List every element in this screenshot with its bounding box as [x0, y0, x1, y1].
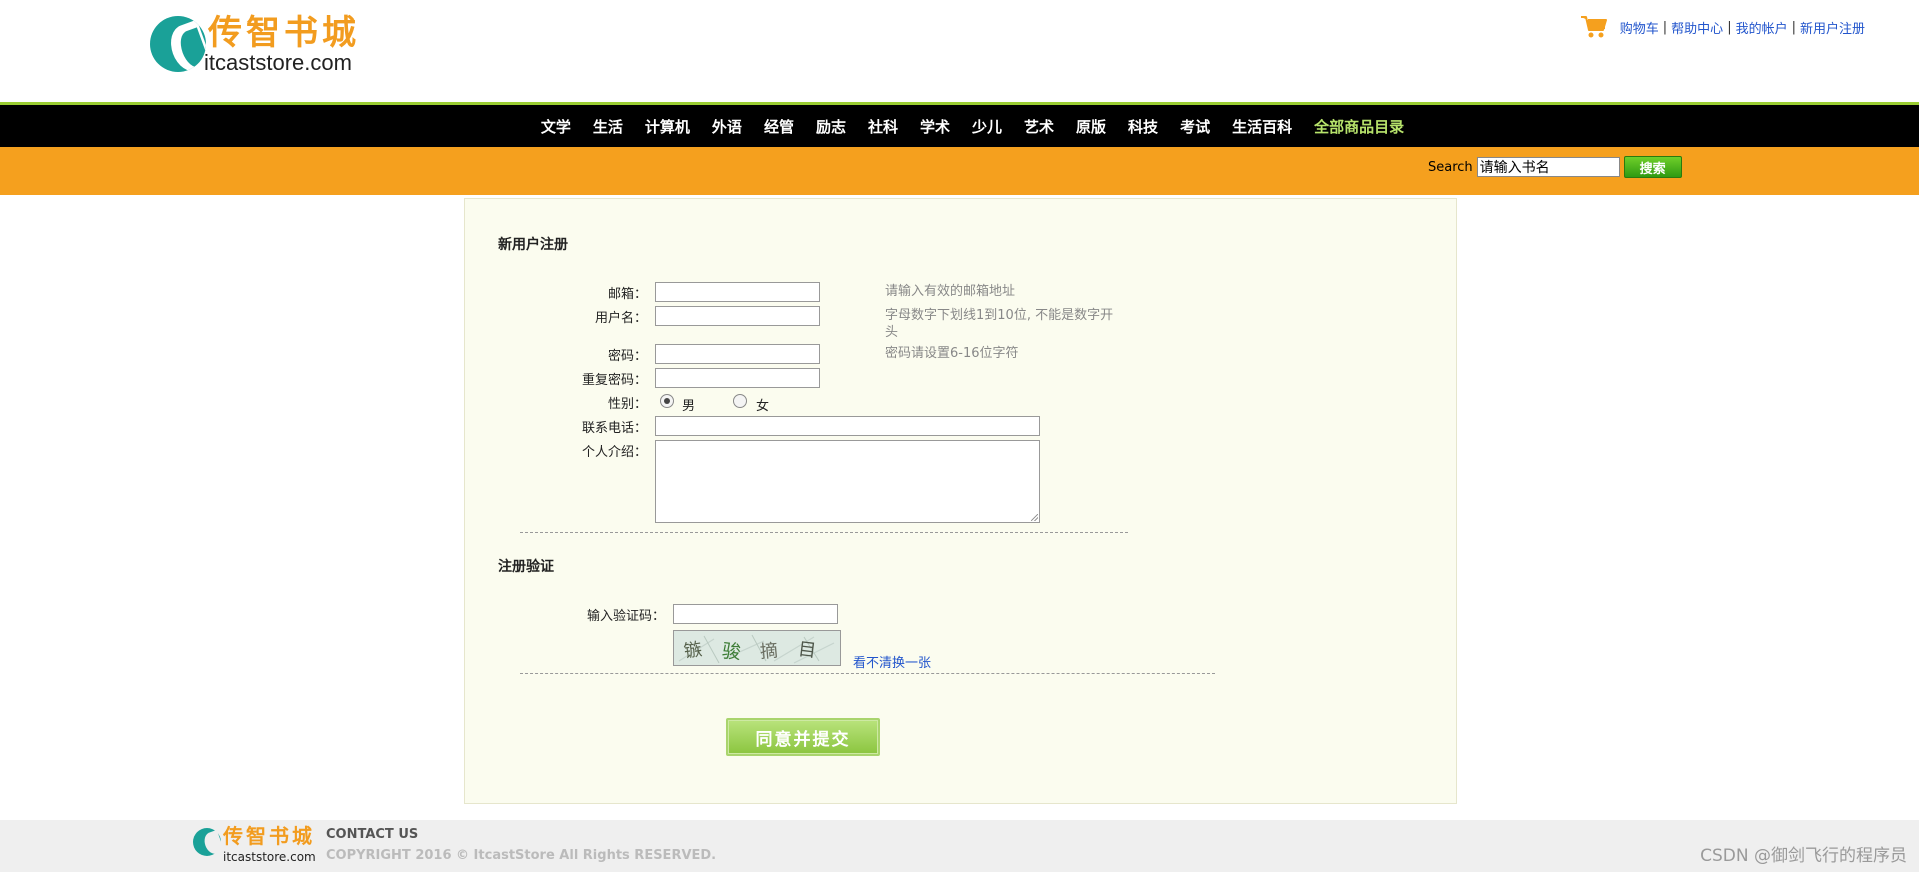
site-logo[interactable]: 传智书城 itcaststore.com [150, 14, 360, 74]
nav-item-computer[interactable]: 计算机 [645, 116, 690, 137]
footer-logo-cn-text: 传智书城 [223, 824, 315, 848]
nav-item-encyclopedia[interactable]: 生活百科 [1232, 116, 1292, 137]
logo-en-text: itcaststore.com [204, 50, 352, 75]
phone-field[interactable] [655, 416, 1040, 436]
link-separator: | [1662, 19, 1668, 35]
nav-item-business[interactable]: 经管 [764, 116, 794, 137]
shopping-cart-icon[interactable] [1580, 14, 1608, 40]
copyright-text: COPYRIGHT 2016 © ItcastStore All Rights … [326, 848, 717, 863]
gender-male-label: 男 [682, 399, 696, 414]
username-hint: 字母数字下划线1到10位, 不能是数字开头 [885, 308, 1114, 340]
register-panel: 新用户注册 邮箱： 请输入有效的邮箱地址 用户名： 字母数字下划线1到10位, … [464, 198, 1457, 804]
link-register[interactable]: 新用户注册 [1800, 18, 1865, 37]
nav-item-social-science[interactable]: 社科 [868, 116, 898, 137]
nav-item-life[interactable]: 生活 [593, 116, 623, 137]
email-field[interactable] [655, 282, 820, 302]
nav-item-inspiration[interactable]: 励志 [816, 116, 846, 137]
username-field[interactable] [655, 306, 820, 326]
password-field[interactable] [655, 344, 820, 364]
svg-text:骏: 骏 [721, 640, 742, 664]
captcha-label: 输入验证码： [586, 609, 665, 624]
captcha-refresh-link[interactable]: 看不清换一张 [853, 652, 931, 671]
nav-item-technology[interactable]: 科技 [1128, 116, 1158, 137]
nav-item-literature[interactable]: 文学 [541, 116, 571, 137]
username-label: 用户名： [594, 311, 647, 326]
svg-text:目: 目 [797, 639, 817, 662]
svg-text:摘: 摘 [759, 640, 779, 662]
footer-logo-en-text: itcaststore.com [223, 850, 316, 864]
search-label: Search [1428, 159, 1473, 175]
link-separator: | [1791, 19, 1796, 35]
logo-cn-text: 传智书城 [208, 13, 360, 53]
logo-mark-icon [150, 16, 206, 72]
repassword-field[interactable] [655, 368, 820, 388]
nav-item-exam[interactable]: 考试 [1180, 116, 1210, 137]
section-divider [520, 673, 1215, 674]
link-separator: | [1727, 19, 1732, 35]
captcha-input[interactable] [673, 604, 838, 624]
gender-female-radio[interactable] [733, 394, 747, 408]
submit-button[interactable]: 同意并提交 [726, 718, 880, 756]
register-section-title: 新用户注册 [498, 237, 568, 253]
link-my-account[interactable]: 我的帐户 [1736, 18, 1788, 37]
site-header: 传智书城 itcaststore.com 购物车 | 帮助中心 | 我的帐户 |… [0, 0, 1919, 105]
intro-textarea[interactable] [655, 440, 1040, 523]
category-nav: 文学 生活 计算机 外语 经管 励志 社科 学术 少儿 艺术 原版 科技 考试 … [0, 105, 1919, 147]
nav-item-original[interactable]: 原版 [1076, 116, 1106, 137]
search-input[interactable] [1476, 157, 1620, 177]
password-hint: 密码请设置6-16位字符 [885, 346, 1019, 361]
nav-item-foreign-language[interactable]: 外语 [712, 116, 742, 137]
contact-us-link[interactable]: CONTACT US [326, 827, 418, 842]
nav-item-art[interactable]: 艺术 [1024, 116, 1054, 137]
search-button[interactable]: 搜索 [1623, 156, 1682, 178]
nav-item-all-catalog[interactable]: 全部商品目录 [1314, 116, 1404, 137]
site-footer: 传智书城 itcaststore.com CONTACT US COPYRIGH… [0, 820, 1919, 872]
top-links: 购物车 | 帮助中心 | 我的帐户 | 新用户注册 [1580, 14, 1865, 40]
section-divider [520, 532, 1128, 533]
link-cart[interactable]: 购物车 [1620, 18, 1659, 37]
footer-logo[interactable]: 传智书城 itcaststore.com [193, 824, 316, 864]
gender-male-radio[interactable] [660, 394, 674, 408]
gender-label: 性别： [607, 397, 647, 412]
email-hint: 请输入有效的邮箱地址 [885, 284, 1016, 299]
nav-item-academic[interactable]: 学术 [920, 116, 950, 137]
watermark-text: CSDN @御剑飞行的程序员 [1700, 846, 1907, 866]
repassword-label: 重复密码： [581, 373, 647, 388]
phone-label: 联系电话： [581, 421, 647, 436]
captcha-image[interactable]: 镞 骏 摘 目 [673, 630, 841, 666]
link-help-center[interactable]: 帮助中心 [1671, 18, 1723, 37]
svg-text:镞: 镞 [683, 639, 704, 662]
nav-item-children[interactable]: 少儿 [972, 116, 1002, 137]
search-bar: Search 搜索 [0, 147, 1919, 195]
gender-female-label: 女 [756, 399, 770, 414]
password-label: 密码： [607, 349, 647, 364]
verify-section-title: 注册验证 [498, 559, 554, 575]
intro-label: 个人介绍： [581, 445, 647, 460]
email-label: 邮箱： [607, 287, 647, 302]
footer-logo-mark-icon [193, 824, 225, 864]
